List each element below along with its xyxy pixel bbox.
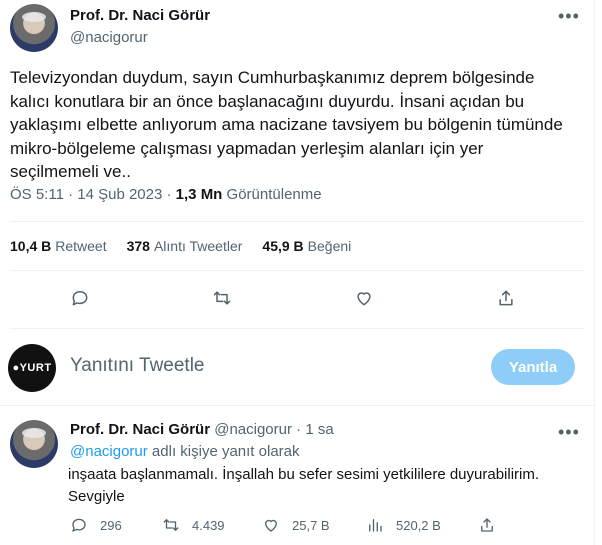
retweets-count: 4.439	[192, 517, 225, 533]
reply-retweets-action[interactable]: 4.439	[162, 516, 225, 534]
likes-stat[interactable]: 45,9 B Beğeni	[262, 238, 351, 254]
share-icon	[481, 518, 493, 532]
replies-count: 296	[100, 517, 122, 533]
views-count: 520,2 B	[396, 517, 441, 533]
like-icon[interactable]	[352, 286, 376, 310]
reply-views-action[interactable]: 520,2 B	[366, 516, 441, 534]
author-avatar[interactable]	[10, 4, 58, 52]
tweet-detail-view: Prof. Dr. Naci Görür @nacigorur ••• Tele…	[0, 0, 595, 545]
reply-author-name[interactable]: Prof. Dr. Naci Görür	[70, 421, 210, 438]
reply-author-handle[interactable]: @nacigorur	[214, 421, 292, 438]
reply-more-options-icon[interactable]: •••	[558, 422, 580, 443]
views-count: 1,3 Mn	[175, 186, 223, 203]
likes-count: 25,7 B	[292, 517, 330, 533]
retweet-icon[interactable]	[210, 286, 234, 310]
quotes-stat[interactable]: 378 Alıntı Tweetler	[127, 238, 243, 254]
reply-icon	[72, 518, 86, 532]
reply-replies-action[interactable]: 296	[70, 516, 122, 534]
reply-author-avatar[interactable]	[10, 420, 58, 468]
analytics-icon	[369, 519, 382, 532]
retweets-stat[interactable]: 10,4 B Retweet	[10, 238, 107, 254]
replying-to-handle-link[interactable]: @nacigorur	[70, 443, 148, 460]
divider	[10, 328, 584, 329]
divider	[0, 405, 594, 406]
tweet-timestamp[interactable]: ÖS 5:11 · 14 Şub 2023 ·	[10, 186, 172, 203]
more-options-icon[interactable]: •••	[558, 6, 580, 27]
tweet-meta: ÖS 5:11 · 14 Şub 2023 · 1,3 Mn Görüntüle…	[10, 186, 322, 203]
reply-header: Prof. Dr. Naci Görür @nacigorur · 1 sa	[70, 421, 334, 438]
author-name[interactable]: Prof. Dr. Naci Görür	[70, 7, 210, 24]
divider	[10, 221, 584, 222]
reply-button[interactable]: Yanıtla	[491, 349, 575, 385]
retweet-icon	[163, 519, 179, 531]
author-handle[interactable]: @nacigorur	[70, 29, 148, 46]
tweet-stats: 10,4 B Retweet 378 Alıntı Tweetler 45,9 BB…	[10, 238, 351, 254]
reply-text: inşaata başlanmamalı. İnşallah bu sefer …	[68, 466, 540, 505]
share-icon[interactable]	[494, 286, 518, 310]
views-label: Görüntülenme	[226, 186, 322, 203]
reply-input[interactable]: Yanıtını Tweetle	[70, 355, 205, 377]
replying-to: @nacigorur adlı kişiye yanıt olarak	[70, 443, 300, 460]
tweet-text: Televizyondan duydum, sayın Cumhurbaşkan…	[10, 68, 563, 181]
reply-icon[interactable]	[68, 286, 92, 310]
divider	[10, 270, 584, 271]
like-icon	[265, 519, 277, 532]
reply-share-action[interactable]	[478, 516, 496, 534]
reply-timestamp[interactable]: · 1 sa	[296, 421, 334, 438]
reply-likes-action[interactable]: 25,7 B	[262, 516, 330, 534]
composer-avatar-logo[interactable]: ●YURT	[8, 344, 56, 392]
